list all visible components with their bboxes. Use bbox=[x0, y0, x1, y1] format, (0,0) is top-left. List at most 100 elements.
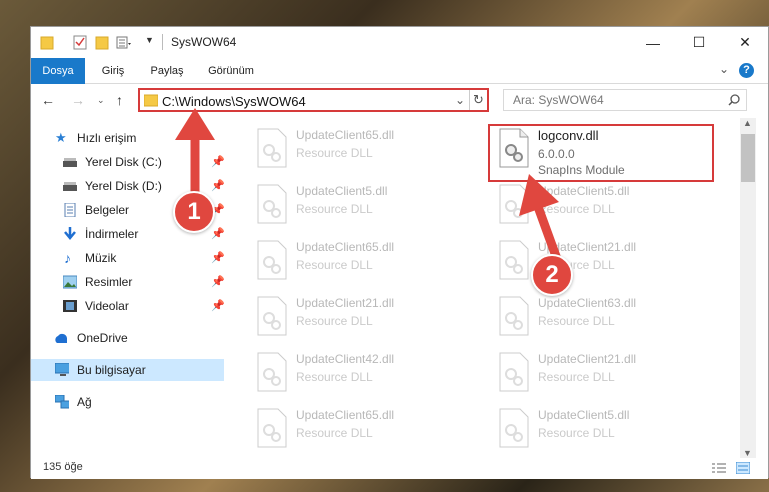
sidebar-item-pictures[interactable]: Resimler 📌 bbox=[31, 271, 225, 293]
file-description: Resource DLL bbox=[296, 370, 373, 384]
recent-locations-icon[interactable]: ⌄ bbox=[97, 95, 105, 106]
sidebar-item-label: Yerel Disk (D:) bbox=[85, 179, 162, 193]
pin-icon[interactable]: 📌 bbox=[211, 247, 225, 269]
sidebar-item-label: Hızlı erişim bbox=[77, 131, 137, 145]
sidebar-item-videos[interactable]: Videolar 📌 bbox=[31, 295, 225, 317]
properties-icon[interactable] bbox=[73, 35, 87, 51]
sidebar-item-music[interactable]: ♪ Müzik 📌 bbox=[31, 247, 225, 269]
file-name: UpdateClient65.dll bbox=[296, 408, 395, 422]
scroll-up-icon[interactable]: ▲ bbox=[743, 118, 752, 128]
dll-file-icon bbox=[499, 408, 529, 448]
navigation-bar: ← → ⌄ ↑ C:\Windows\SysWOW64 ⌄ ↻ Ara: Sys… bbox=[31, 84, 768, 118]
list-item[interactable]: UpdateClient21.dll Resource DLL bbox=[248, 292, 478, 346]
list-item[interactable]: UpdateClient65.dll Resource DLL bbox=[248, 124, 478, 178]
folder-icon bbox=[144, 94, 158, 107]
tab-paylas[interactable]: Paylaş bbox=[141, 58, 193, 84]
close-icon: ✕ bbox=[739, 34, 751, 50]
document-icon bbox=[64, 203, 76, 217]
list-item[interactable]: UpdateClient21.dll Resource DLL bbox=[490, 348, 720, 402]
network-icon bbox=[55, 395, 69, 409]
sidebar-item-label: İndirmeler bbox=[85, 227, 139, 241]
tiles-view-icon[interactable] bbox=[736, 462, 750, 474]
up-arrow-icon[interactable]: ↑ bbox=[116, 92, 123, 108]
sidebar-item-network[interactable]: Ağ bbox=[31, 391, 224, 413]
expand-ribbon-icon[interactable]: ⌄ bbox=[719, 62, 729, 76]
file-description: Resource DLL bbox=[296, 202, 373, 216]
file-description: Resource DLL bbox=[296, 426, 373, 440]
close-button[interactable]: ✕ bbox=[722, 27, 768, 58]
ribbon-tabs: Dosya Giriş Paylaş Görünüm ⌄ ? bbox=[31, 58, 768, 84]
sidebar-item-label: Videolar bbox=[85, 299, 129, 313]
list-item[interactable]: UpdateClient65.dll Resource DLL bbox=[248, 404, 478, 458]
file-description: Resource DLL bbox=[538, 426, 615, 440]
dll-file-icon bbox=[257, 128, 287, 168]
sidebar-item-label: Bu bilgisayar bbox=[77, 363, 146, 377]
list-item[interactable]: UpdateClient65.dll Resource DLL bbox=[248, 236, 478, 290]
sidebar-item-label: Resimler bbox=[85, 275, 133, 289]
file-description: Resource DLL bbox=[296, 258, 373, 272]
forward-arrow-icon[interactable]: → bbox=[71, 92, 85, 108]
scrollbar-thumb[interactable] bbox=[741, 134, 755, 182]
tab-gorunum[interactable]: Görünüm bbox=[199, 58, 263, 84]
step-badge-2: 2 bbox=[531, 254, 573, 296]
sidebar-item-label: Yerel Disk (C:) bbox=[85, 155, 162, 169]
search-icon bbox=[728, 94, 740, 106]
dll-file-icon bbox=[257, 240, 287, 280]
file-name: UpdateClient65.dll bbox=[296, 128, 395, 142]
pin-icon[interactable]: 📌 bbox=[211, 223, 225, 245]
sidebar-item-label: OneDrive bbox=[77, 331, 128, 345]
dll-file-icon bbox=[257, 296, 287, 336]
file-description: Resource DLL bbox=[538, 370, 615, 384]
dll-file-icon bbox=[257, 408, 287, 448]
window-title: SysWOW64 bbox=[171, 35, 237, 49]
dll-file-icon bbox=[257, 352, 287, 392]
status-bar: 135 öğe bbox=[31, 458, 768, 479]
minimize-button[interactable]: — bbox=[630, 27, 676, 58]
toolbar-dropdown-icon[interactable]: ▼ bbox=[145, 35, 154, 45]
file-name: UpdateClient21.dll bbox=[538, 352, 637, 366]
details-view-icon[interactable] bbox=[712, 463, 726, 474]
file-description: Resource DLL bbox=[538, 314, 615, 328]
file-description: Resource DLL bbox=[296, 314, 373, 328]
tab-giris[interactable]: Giriş bbox=[89, 58, 137, 84]
file-name: UpdateClient5.dll bbox=[538, 408, 630, 422]
file-name: UpdateClient65.dll bbox=[296, 240, 395, 254]
video-icon bbox=[63, 300, 77, 312]
list-item[interactable]: UpdateClient5.dll Resource DLL bbox=[490, 404, 720, 458]
maximize-button[interactable]: ☐ bbox=[676, 27, 722, 58]
tab-dosya[interactable]: Dosya bbox=[31, 58, 85, 84]
search-input[interactable]: Ara: SysWOW64 bbox=[503, 89, 747, 111]
title-separator bbox=[162, 34, 163, 50]
list-item[interactable]: UpdateClient5.dll Resource DLL bbox=[248, 180, 478, 234]
sidebar-item-label: Müzik bbox=[85, 251, 117, 265]
folder-icon bbox=[40, 36, 54, 50]
dll-file-icon bbox=[499, 296, 529, 336]
help-icon[interactable]: ? bbox=[739, 63, 754, 78]
file-name: UpdateClient42.dll bbox=[296, 352, 395, 366]
address-dropdown-icon[interactable]: ⌄ bbox=[455, 93, 465, 107]
list-item[interactable]: UpdateClient42.dll Resource DLL bbox=[248, 348, 478, 402]
scroll-down-icon[interactable]: ▼ bbox=[743, 448, 752, 458]
drive-icon bbox=[63, 182, 77, 191]
list-item[interactable]: UpdateClient63.dll Resource DLL bbox=[490, 292, 720, 346]
drive-icon bbox=[63, 158, 77, 167]
pin-icon[interactable]: 📌 bbox=[211, 295, 225, 317]
sidebar-item-onedrive[interactable]: OneDrive bbox=[31, 327, 224, 349]
pin-icon[interactable]: 📌 bbox=[211, 271, 225, 293]
file-description: Resource DLL bbox=[296, 146, 373, 160]
step-badge-1: 1 bbox=[173, 191, 215, 233]
dll-file-icon bbox=[499, 352, 529, 392]
sidebar-item-this-pc[interactable]: Bu bilgisayar bbox=[31, 359, 224, 381]
download-icon bbox=[64, 227, 76, 240]
search-placeholder: Ara: SysWOW64 bbox=[513, 93, 604, 107]
maximize-icon: ☐ bbox=[692, 34, 706, 50]
vertical-scrollbar[interactable]: ▲ ▼ bbox=[740, 118, 756, 458]
pictures-icon bbox=[63, 275, 77, 289]
sidebar-item-label: Ağ bbox=[77, 395, 92, 409]
back-arrow-icon[interactable]: ← bbox=[41, 92, 55, 108]
music-icon: ♪ bbox=[64, 250, 71, 266]
customize-toolbar-icon[interactable] bbox=[116, 35, 132, 51]
refresh-icon[interactable]: ↻ bbox=[469, 90, 487, 110]
new-folder-icon[interactable] bbox=[95, 35, 109, 51]
star-icon: ★ bbox=[55, 130, 67, 145]
